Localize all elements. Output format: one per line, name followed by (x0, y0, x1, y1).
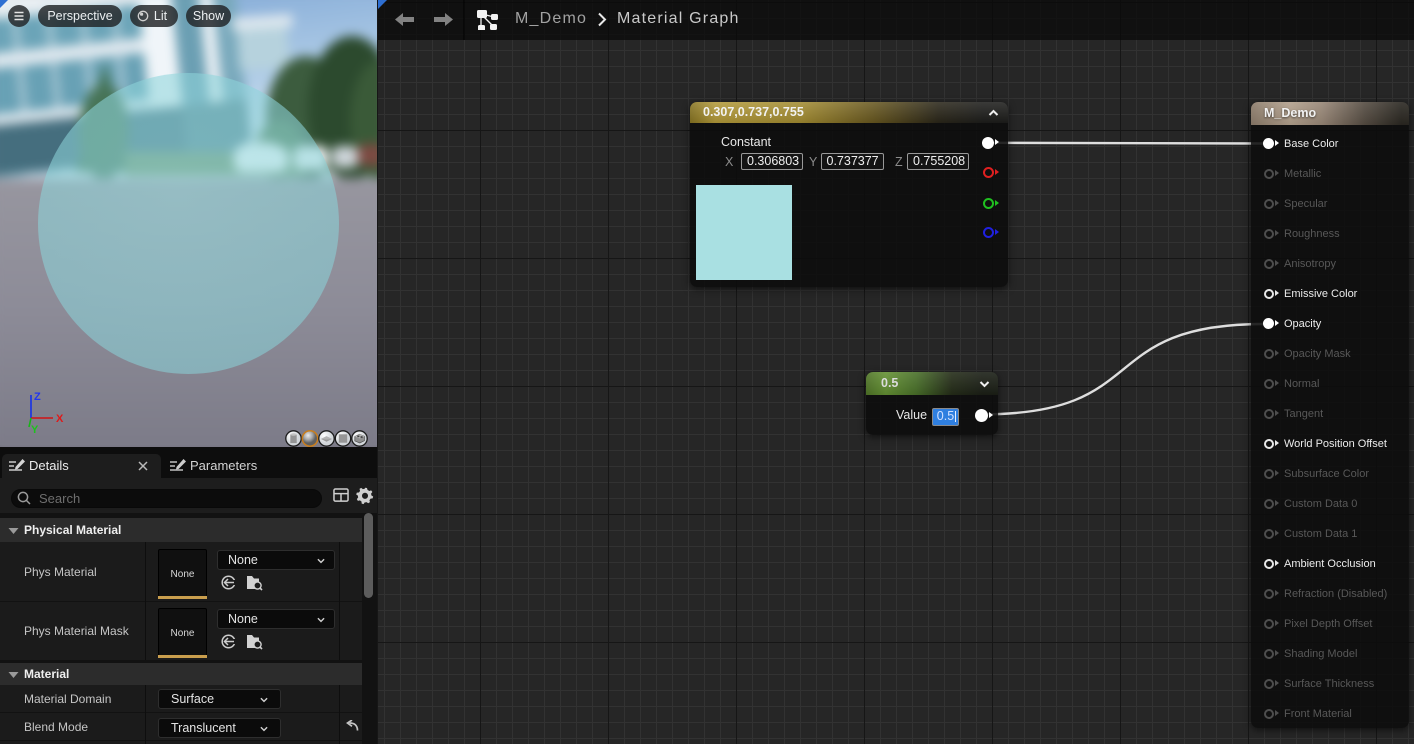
svg-text:X: X (56, 413, 64, 425)
svg-text:Y: Y (31, 424, 39, 436)
svg-text:Z: Z (34, 391, 41, 403)
